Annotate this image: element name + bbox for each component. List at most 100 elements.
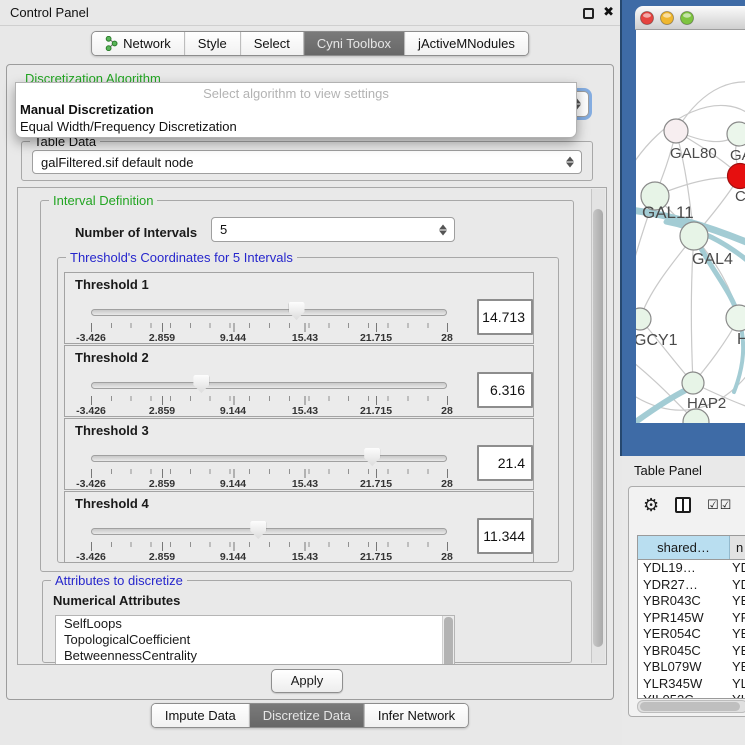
list-scrollbar[interactable] xyxy=(442,616,454,665)
window-traffic-lights xyxy=(635,6,705,30)
table-row[interactable]: YDL19…YDL1 xyxy=(638,560,745,577)
threshold-value-field[interactable] xyxy=(477,299,533,335)
dropdown-prompt: Select algorithm to view settings xyxy=(16,83,576,101)
slider-thumb[interactable] xyxy=(289,302,305,320)
node-label: GCY1 xyxy=(636,332,678,349)
threshold-label: Threshold 3 xyxy=(75,423,149,438)
scrollbar-thumb[interactable] xyxy=(444,617,453,665)
settings-gear-icon[interactable]: ⚙ xyxy=(643,495,659,516)
tab-select[interactable]: Select xyxy=(240,32,303,55)
slider-scale: -3.426 2.859 9.144 15.43 21.715 28 xyxy=(91,478,448,490)
threshold-label: Threshold 4 xyxy=(75,496,149,511)
threshold-panel-2: Threshold 2 -3.426 2.859 9.144 xyxy=(64,345,534,417)
threshold-panel-4: Threshold 4 -3.426 2.859 9.144 xyxy=(64,491,534,563)
list-item[interactable]: BetweennessCentrality xyxy=(56,648,454,664)
table-data-combobox[interactable]: galFiltered.sif default node xyxy=(32,150,582,174)
panel-scrollbar[interactable] xyxy=(591,189,605,663)
threshold-slider[interactable]: -3.426 2.859 9.144 15.43 21.715 28 xyxy=(91,518,448,562)
network-nodes xyxy=(636,119,745,423)
threshold-value-field[interactable] xyxy=(477,372,533,408)
table-row[interactable]: YDR27…YDR2 xyxy=(638,577,745,594)
list-item[interactable]: TopologicalCoefficient xyxy=(56,632,454,648)
table-data-group: Table Data galFiltered.sif default node xyxy=(21,141,593,181)
slider-track[interactable] xyxy=(91,382,447,389)
table-horizontal-scrollbar[interactable] xyxy=(637,700,745,713)
numerical-attributes-label: Numerical Attributes xyxy=(53,593,180,608)
slider-thumb[interactable] xyxy=(250,521,266,539)
close-icon[interactable]: ✖ xyxy=(603,4,614,20)
attributes-group: Attributes to discretize Numerical Attri… xyxy=(42,580,572,663)
node-label: C xyxy=(735,188,745,205)
list-item[interactable]: SelfLoops xyxy=(56,616,454,632)
float-window-icon[interactable] xyxy=(583,8,594,19)
slider-track[interactable] xyxy=(91,309,447,316)
column-header-shared[interactable]: shared… xyxy=(638,536,730,559)
table-row[interactable]: YIL052CYIL0 xyxy=(638,692,745,699)
window-title: Control Panel xyxy=(10,5,89,20)
node-gal80[interactable] xyxy=(664,119,688,143)
slider-major-ticks xyxy=(91,323,449,332)
number-of-intervals-label: Number of Intervals xyxy=(75,225,197,240)
slider-thumb[interactable] xyxy=(193,375,209,393)
scrollbar-thumb[interactable] xyxy=(640,702,740,711)
network-window-titlebar[interactable] xyxy=(635,6,745,30)
slider-major-ticks xyxy=(91,396,449,405)
tab-style[interactable]: Style xyxy=(184,32,240,55)
settings-scrollpane: Interval Definition Number of Intervals … xyxy=(17,187,607,665)
slider-major-ticks xyxy=(91,542,449,551)
bottom-tab-bar: Impute Data Discretize Data Infer Networ… xyxy=(151,703,469,728)
threshold-slider[interactable]: -3.426 2.859 9.144 15.43 21.715 28 xyxy=(91,299,448,343)
column-header-name[interactable]: n xyxy=(730,536,745,559)
table-panel-region: Table Panel ⚙ ☑☑ shared… n YDL19…YDL1 YD… xyxy=(622,456,745,745)
number-of-intervals-value: 5 xyxy=(220,222,227,237)
table-row[interactable]: YBR045CYBR0 xyxy=(638,643,745,660)
node-gal4[interactable] xyxy=(680,222,708,250)
node-label: GAL4 xyxy=(692,251,733,268)
node-label: HAP2 xyxy=(687,395,726,412)
slider-track[interactable] xyxy=(91,455,447,462)
threshold-slider[interactable]: -3.426 2.859 9.144 15.43 21.715 28 xyxy=(91,372,448,416)
tab-discretize-data[interactable]: Discretize Data xyxy=(249,704,364,727)
threshold-panel-1: Threshold 1 -3.426 2.859 9.144 xyxy=(64,272,534,344)
table-row[interactable]: YPR145WYPR1 xyxy=(638,610,745,627)
tab-infer-network[interactable]: Infer Network xyxy=(364,704,468,727)
slider-thumb[interactable] xyxy=(364,448,380,466)
dropdown-option-manual[interactable]: Manual Discretization xyxy=(16,101,576,118)
scrollbar-thumb[interactable] xyxy=(593,209,603,647)
combo-stepper-icon xyxy=(566,157,574,168)
split-columns-icon[interactable] xyxy=(675,497,691,513)
node-label: GAL11 xyxy=(642,203,694,222)
node-table: shared… n YDL19…YDL1 YDR27…YDR2 YBR043CY… xyxy=(637,535,745,699)
table-header-row: shared… n xyxy=(638,536,745,560)
dropdown-option-equal-width[interactable]: Equal Width/Frequency Discretization xyxy=(16,118,576,135)
threshold-slider[interactable]: -3.426 2.859 9.144 15.43 21.715 28 xyxy=(91,445,448,489)
table-row[interactable]: YLR345WYLR3 xyxy=(638,676,745,693)
table-toolbar: ⚙ ☑☑ xyxy=(629,487,745,527)
select-columns-icon[interactable]: ☑☑ xyxy=(707,497,732,513)
table-row[interactable]: YBR043CYBR0 xyxy=(638,593,745,610)
slider-major-ticks xyxy=(91,469,449,478)
apply-button[interactable]: Apply xyxy=(271,669,343,693)
threshold-value-field[interactable] xyxy=(477,445,533,481)
network-icon xyxy=(105,36,118,51)
control-panel-window: Control Panel ✖ Network Style Select Cyn… xyxy=(0,0,620,745)
node-h[interactable] xyxy=(726,305,745,331)
table-row[interactable]: YER054CYER0 xyxy=(638,626,745,643)
number-of-intervals-combobox[interactable]: 5 xyxy=(211,217,455,242)
tab-impute-data[interactable]: Impute Data xyxy=(152,704,249,727)
slider-scale: -3.426 2.859 9.144 15.43 21.715 28 xyxy=(91,332,448,344)
node-gcy1[interactable] xyxy=(636,308,651,330)
threshold-value-field[interactable] xyxy=(477,518,533,554)
tab-network[interactable]: Network xyxy=(92,32,184,55)
node-hap2[interactable] xyxy=(682,372,704,394)
tab-jactivemnodules[interactable]: jActiveMNodules xyxy=(404,32,528,55)
cyni-toolbox-panel: Discretization Algorithm Select algorith… xyxy=(6,64,614,700)
table-row[interactable]: YBL079WYBL0 xyxy=(638,659,745,676)
slider-track[interactable] xyxy=(91,528,447,535)
attributes-list: SelfLoops TopologicalCoefficient Between… xyxy=(55,615,455,665)
node-ga[interactable] xyxy=(727,122,745,146)
slider-scale: -3.426 2.859 9.144 15.43 21.715 28 xyxy=(91,551,448,563)
slider-scale: -3.426 2.859 9.144 15.43 21.715 28 xyxy=(91,405,448,417)
network-canvas[interactable]: GAL80 GA C GAL11 GAL4 GCY1 H HAP2 xyxy=(636,30,745,423)
tab-cyni-toolbox[interactable]: Cyni Toolbox xyxy=(303,32,404,55)
